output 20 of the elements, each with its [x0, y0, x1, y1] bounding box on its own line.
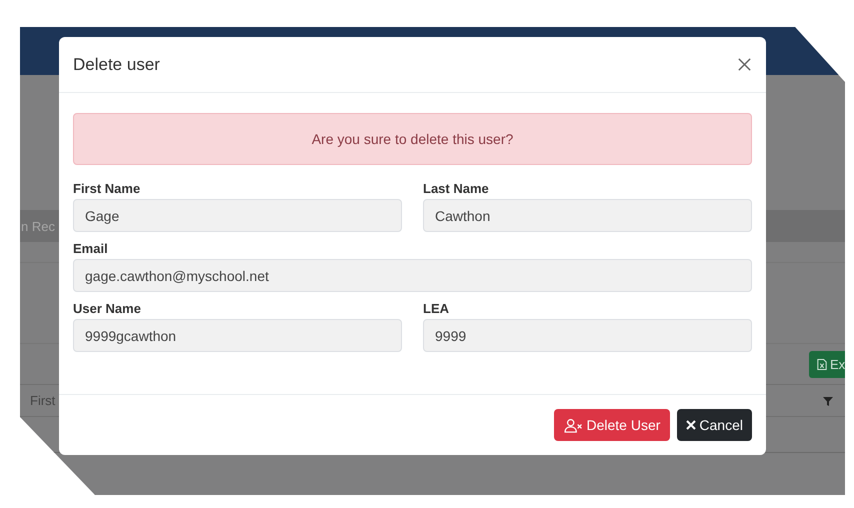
- filter-icon[interactable]: [823, 396, 833, 406]
- field-label: Last Name: [423, 181, 490, 196]
- input-field[interactable]: 9999gcawthon: [73, 319, 402, 352]
- close-icon: [686, 420, 696, 430]
- input-field[interactable]: Gage: [73, 199, 402, 232]
- field-label: First Name: [73, 181, 142, 196]
- field-label: LEA: [423, 301, 450, 316]
- cancel-button[interactable]: Cancel: [677, 409, 752, 441]
- spreadsheet-icon: [817, 358, 827, 370]
- field-label: Email: [73, 241, 109, 256]
- dialog-title: Delete user: [73, 54, 160, 74]
- input-field[interactable]: Cawthon: [423, 199, 752, 232]
- user-remove-icon: [564, 418, 584, 432]
- field-label: User Name: [73, 301, 142, 316]
- input-field[interactable]: 9999: [423, 319, 752, 352]
- warning-alert: Are you sure to delete this user?: [73, 113, 752, 165]
- column-header: First: [30, 393, 56, 408]
- input-field[interactable]: gage.cawthon@myschool.net: [73, 259, 752, 292]
- delete-button[interactable]: Delete User: [554, 409, 670, 441]
- close-icon[interactable]: [737, 57, 752, 72]
